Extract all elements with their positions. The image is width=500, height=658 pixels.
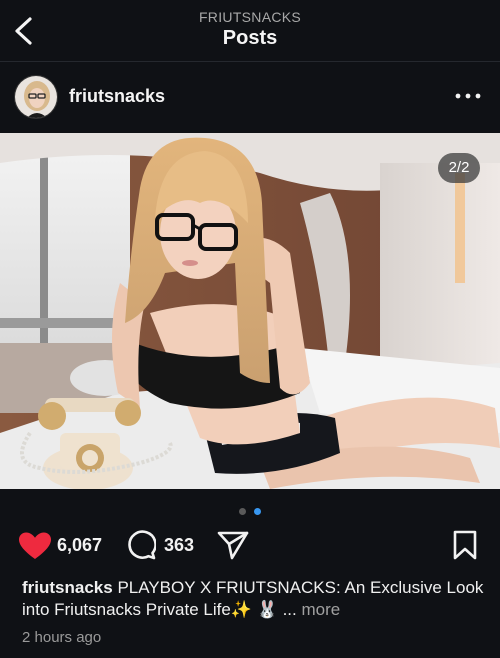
like-count[interactable]: 6,067 (57, 535, 102, 556)
caption-username[interactable]: friutsnacks (22, 578, 113, 597)
page-title: Posts (222, 27, 278, 49)
post-photo[interactable] (0, 133, 500, 489)
avatar[interactable] (14, 75, 58, 119)
post-header: friutsnacks (0, 72, 500, 122)
carousel-dot-active (254, 508, 262, 516)
action-bar: 6,067 363 (0, 527, 500, 563)
account-label: FRIUTSNACKS (198, 9, 302, 25)
caption-more-link[interactable]: more (302, 600, 341, 619)
image-counter-badge: 2/2 (438, 153, 480, 183)
top-nav: FRIUTSNACKS Posts (0, 0, 500, 60)
heart-filled-icon[interactable] (18, 531, 52, 561)
bookmark-icon[interactable] (452, 530, 478, 560)
post-timestamp: 2 hours ago (22, 629, 102, 646)
post-caption: friutsnacks PLAYBOY X FRIUTSNACKS: An Ex… (22, 577, 484, 621)
share-paper-plane-icon[interactable] (217, 530, 249, 560)
comment-bubble-icon[interactable] (126, 530, 156, 560)
comment-count[interactable]: 363 (164, 535, 194, 556)
nav-divider (0, 61, 500, 62)
carousel-indicator (0, 503, 500, 516)
post-username[interactable]: friutsnacks (69, 86, 165, 107)
carousel-dot (238, 508, 246, 516)
more-dots-icon[interactable] (454, 86, 482, 106)
